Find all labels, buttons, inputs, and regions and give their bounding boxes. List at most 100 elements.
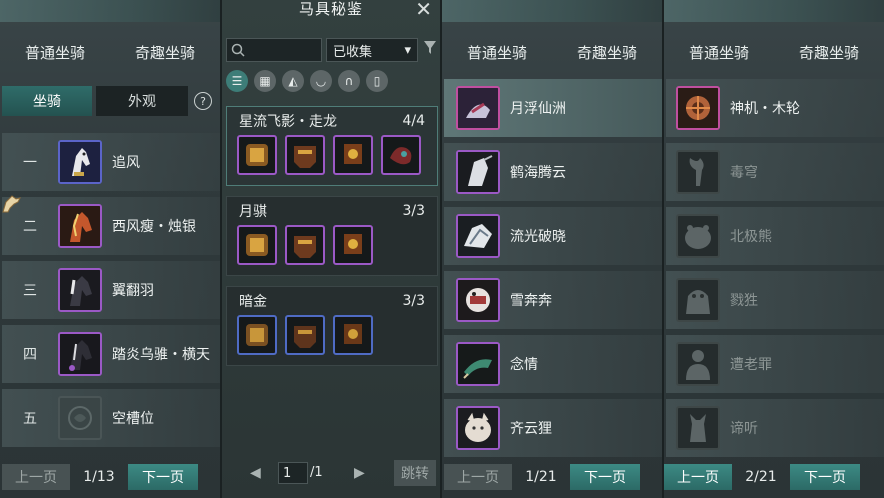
mount-list-item[interactable]: 月浮仙洲 bbox=[444, 79, 662, 137]
mount-slot-2[interactable]: 二 西风瘦・烛银 bbox=[2, 197, 220, 255]
mount-thumb-icon bbox=[456, 214, 500, 258]
gear-item[interactable] bbox=[285, 225, 325, 265]
tab-normal-mounts[interactable]: 普通坐骑 bbox=[461, 40, 533, 65]
codex-title: 马具秘鉴 bbox=[298, 0, 363, 18]
slot-index: 四 bbox=[23, 347, 37, 363]
set-name: 月骐 bbox=[239, 203, 267, 220]
slot-name: 空槽位 bbox=[112, 411, 154, 427]
mount-name: 念情 bbox=[510, 357, 538, 373]
gear-item[interactable] bbox=[381, 135, 421, 175]
gear-item[interactable] bbox=[285, 135, 325, 175]
prev-page-button[interactable]: 上一页 bbox=[2, 464, 70, 490]
gear-item[interactable] bbox=[333, 225, 373, 265]
jump-button[interactable]: 跳转 bbox=[394, 460, 436, 486]
mount-list-panel-1: 普通坐骑 奇趣坐骑 月浮仙洲 鹤海腾云 流光破晓 雪奔奔 念情 齐云狸 上一页 … bbox=[442, 0, 662, 498]
mount-list-item[interactable]: 念情 bbox=[444, 335, 662, 393]
next-arrow-icon[interactable]: ▶ bbox=[354, 465, 365, 481]
mount-thumb-icon bbox=[456, 150, 500, 194]
gear-item[interactable] bbox=[285, 315, 325, 355]
mount-name: 鹤海腾云 bbox=[510, 165, 566, 181]
close-icon[interactable]: ✕ bbox=[415, 0, 432, 21]
empty-slot-icon bbox=[58, 396, 102, 440]
page-input[interactable]: 1 bbox=[278, 462, 308, 484]
red-horse-icon bbox=[58, 204, 102, 248]
saddle-icon[interactable]: ◡ bbox=[310, 70, 332, 92]
slot-index: 一 bbox=[23, 155, 37, 171]
prev-page-button[interactable]: 上一页 bbox=[664, 464, 732, 490]
mount-name: 北极熊 bbox=[730, 229, 772, 245]
subtab-appearance[interactable]: 外观 bbox=[96, 86, 188, 116]
mount-slot-5[interactable]: 五 空槽位 bbox=[2, 389, 220, 447]
mount-name: 谛听 bbox=[730, 421, 758, 437]
set-count: 3/3 bbox=[402, 202, 425, 219]
mount-thumb-icon bbox=[676, 214, 720, 258]
select-value: 已收集 bbox=[333, 44, 373, 60]
next-page-button[interactable]: 下一页 bbox=[570, 464, 640, 490]
gear-item[interactable] bbox=[333, 315, 373, 355]
slot-name: 追风 bbox=[112, 155, 140, 171]
mount-list-item[interactable]: 鹤海腾云 bbox=[444, 143, 662, 201]
next-page-button[interactable]: 下一页 bbox=[790, 464, 860, 490]
pager: 上一页 1/13 下一页 bbox=[0, 464, 220, 490]
head-gear-icon[interactable]: ◭ bbox=[282, 70, 304, 92]
mount-list-item[interactable]: 毒穹 bbox=[666, 143, 884, 201]
tab-fun-mounts[interactable]: 奇趣坐骑 bbox=[129, 40, 201, 65]
set-name: 星流飞影・走龙 bbox=[239, 113, 337, 130]
mount-slot-1[interactable]: 一 追风 bbox=[2, 133, 220, 191]
subtab-mount[interactable]: 坐骑 bbox=[2, 86, 92, 116]
mount-thumb-icon bbox=[676, 86, 720, 130]
mount-list-item[interactable]: 流光破晓 bbox=[444, 207, 662, 265]
top-band bbox=[664, 0, 884, 22]
mount-list-item[interactable]: 齐云狸 bbox=[444, 399, 662, 457]
tab-normal-mounts[interactable]: 普通坐骑 bbox=[19, 40, 91, 65]
mount-slot-4[interactable]: 四 踏炎乌骓・横天 bbox=[2, 325, 220, 383]
mount-thumb-icon bbox=[676, 278, 720, 322]
tab-normal-mounts[interactable]: 普通坐骑 bbox=[683, 40, 755, 65]
prev-arrow-icon[interactable]: ◀ bbox=[250, 465, 261, 481]
tab-fun-mounts[interactable]: 奇趣坐骑 bbox=[793, 40, 865, 65]
search-input[interactable] bbox=[226, 38, 322, 62]
mount-thumb-icon bbox=[456, 278, 500, 322]
filter-icon[interactable] bbox=[423, 40, 437, 60]
gear-item[interactable] bbox=[237, 225, 277, 265]
mount-slot-3[interactable]: 三 翼翻羽 bbox=[2, 261, 220, 319]
mount-thumb-icon bbox=[456, 86, 500, 130]
subtabs: 坐骑 外观 ? bbox=[0, 86, 212, 116]
mount-list-item[interactable]: 戮狌 bbox=[666, 271, 884, 329]
horseshoe-icon[interactable]: ∩ bbox=[338, 70, 360, 92]
category-tabs: 普通坐骑 奇趣坐骑 bbox=[0, 40, 220, 65]
mount-list-item[interactable]: 谛听 bbox=[666, 399, 884, 457]
next-page-button[interactable]: 下一页 bbox=[128, 464, 198, 490]
gear-item[interactable] bbox=[333, 135, 373, 175]
mount-name: 戮狌 bbox=[730, 293, 758, 309]
collection-filter-select[interactable]: 已收集 ▾ bbox=[326, 38, 418, 62]
gear-set-3[interactable]: 暗金 3/3 bbox=[226, 286, 438, 366]
grid-icon[interactable]: ▦ bbox=[254, 70, 276, 92]
help-icon[interactable]: ? bbox=[194, 92, 212, 110]
gear-set-1[interactable]: 星流飞影・走龙 4/4 bbox=[226, 106, 438, 186]
mount-list-item[interactable]: 北极熊 bbox=[666, 207, 884, 265]
top-band bbox=[0, 0, 220, 22]
gear-item[interactable] bbox=[237, 135, 277, 175]
mount-list-panel-2: 普通坐骑 奇趣坐骑 神机・木轮 毒穹 北极熊 戮狌 遭老罪 谛听 上一页 2/2… bbox=[664, 0, 884, 498]
gear-item[interactable] bbox=[237, 315, 277, 355]
slot-name: 西风瘦・烛银 bbox=[112, 219, 196, 235]
set-name: 暗金 bbox=[239, 293, 267, 310]
slot-index: 五 bbox=[23, 411, 37, 427]
mount-list-item[interactable]: 神机・木轮 bbox=[666, 79, 884, 137]
gear-set-2[interactable]: 月骐 3/3 bbox=[226, 196, 438, 276]
mount-list-item[interactable]: 雪奔奔 bbox=[444, 271, 662, 329]
horse-cursor-icon bbox=[0, 192, 24, 216]
slot-name: 翼翻羽 bbox=[112, 283, 154, 299]
tab-fun-mounts[interactable]: 奇趣坐骑 bbox=[571, 40, 643, 65]
all-types-icon[interactable]: ☰ bbox=[226, 70, 248, 92]
mount-thumb-icon bbox=[456, 342, 500, 386]
mount-list-item[interactable]: 遭老罪 bbox=[666, 335, 884, 393]
slot-index: 三 bbox=[23, 283, 37, 299]
prev-page-button[interactable]: 上一页 bbox=[444, 464, 512, 490]
pager: 上一页 2/21 下一页 bbox=[664, 464, 884, 490]
page-indicator: 2/21 bbox=[745, 469, 777, 485]
bag-icon[interactable]: ▯ bbox=[366, 70, 388, 92]
set-count: 3/3 bbox=[402, 292, 425, 309]
top-band bbox=[442, 0, 662, 22]
